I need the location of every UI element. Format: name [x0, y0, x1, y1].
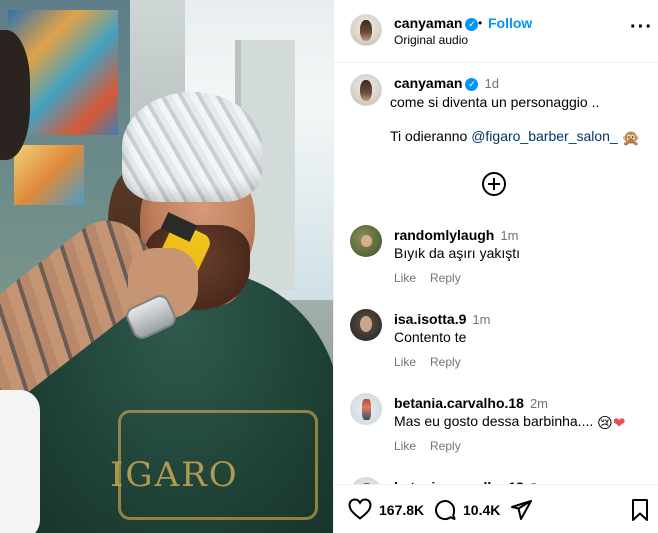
comment-like-button[interactable]: Like	[394, 271, 416, 285]
mention-link[interactable]: @figaro_barber_salon_	[471, 128, 618, 144]
author-avatar[interactable]	[350, 14, 382, 46]
red-heart-emoji: ❤	[612, 415, 626, 432]
comment-username-text[interactable]: randomlylaugh	[394, 227, 494, 243]
wall-painting-small	[14, 145, 84, 205]
follow-button[interactable]: Follow	[488, 15, 532, 31]
caption-line-2-text: Ti odieranno	[390, 128, 472, 144]
caption-username[interactable]: canyaman ✓ 1d	[394, 75, 499, 91]
caption-line-2: Ti odieranno @figaro_barber_salon_ 🙊	[390, 128, 640, 147]
barber-shirt	[0, 390, 40, 533]
comment-actions: Like Reply	[394, 271, 475, 285]
comment-bubble-icon[interactable]	[433, 498, 457, 522]
monkey-emoji: 🙊	[621, 130, 641, 147]
caption-avatar[interactable]	[350, 74, 382, 106]
share-icon[interactable]	[509, 498, 533, 522]
comment-username-text[interactable]: isa.isotta.9	[394, 311, 466, 327]
author-username[interactable]: canyaman ✓	[394, 15, 479, 31]
comment-text: Mas eu gosto dessa barbinha.... 😢❤	[394, 413, 625, 432]
comment-like-button[interactable]: Like	[394, 439, 416, 453]
sad-face-emoji: 😢	[597, 415, 613, 432]
comment-reply-button[interactable]: Reply	[430, 439, 461, 453]
like-count[interactable]: 167.8K	[379, 502, 424, 518]
more-options-icon[interactable]: ···	[630, 16, 653, 39]
comment-time: 1m	[472, 312, 491, 327]
comment-time: 1m	[500, 228, 519, 243]
comment-reply-button[interactable]: Reply	[430, 355, 461, 369]
caption-line-1: come si diventa un personaggio ..	[390, 94, 600, 110]
comment-text-body: Mas eu gosto dessa barbinha....	[394, 413, 594, 429]
heart-icon[interactable]	[348, 498, 372, 520]
comment-like-button[interactable]: Like	[394, 355, 416, 369]
comment-text: Bıyık da aşırı yakıştı	[394, 245, 521, 261]
comment-username-text[interactable]: betania.carvalho.18	[394, 395, 524, 411]
comment-text: Contento te	[394, 329, 467, 345]
comment-username[interactable]: isa.isotta.9 1m	[394, 311, 490, 327]
header-divider	[334, 62, 658, 63]
verified-badge-icon: ✓	[465, 18, 479, 31]
author-name-text[interactable]: canyaman	[394, 15, 462, 31]
caption-time: 1d	[484, 76, 499, 91]
commenter-avatar[interactable]	[350, 393, 382, 425]
bookmark-icon[interactable]	[630, 498, 650, 522]
commenter-avatar[interactable]	[350, 309, 382, 341]
cape-lettering: IGARO	[110, 455, 239, 495]
separator-dot: •	[478, 16, 483, 30]
commenter-avatar[interactable]	[350, 225, 382, 257]
comment-username[interactable]: randomlylaugh 1m	[394, 227, 518, 243]
comment-count[interactable]: 10.4K	[463, 502, 500, 518]
comment-reply-button[interactable]: Reply	[430, 271, 461, 285]
comment-actions: Like Reply	[394, 355, 475, 369]
foil-cap	[122, 92, 262, 202]
post-side-panel: canyaman ✓ • Follow Original audio ··· ca…	[333, 0, 658, 533]
audio-label[interactable]: Original audio	[394, 33, 468, 47]
post-actions-bar: 167.8K 10.4K	[334, 484, 658, 533]
comment-time: 2m	[529, 396, 549, 411]
comment-username[interactable]: betania.carvalho.18 2m	[394, 395, 548, 411]
add-comment-icon[interactable]	[482, 172, 506, 196]
comment-actions: Like Reply	[394, 439, 475, 453]
post-media[interactable]: IGARO	[0, 0, 333, 533]
caption-username-text[interactable]: canyaman	[394, 75, 462, 91]
verified-badge-icon: ✓	[465, 78, 479, 91]
